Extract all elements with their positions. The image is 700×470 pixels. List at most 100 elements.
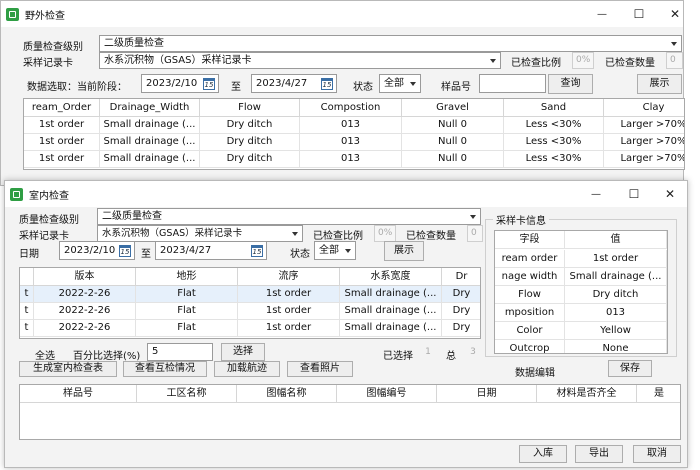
column-header[interactable]: 材料是否齐全 <box>537 385 637 402</box>
table-cell: Larger >70% <box>604 134 684 150</box>
table-cell: Flat <box>136 303 238 319</box>
card-info-key: Flow <box>495 286 565 303</box>
column-header[interactable]: Sand <box>504 99 604 116</box>
lab-check-table[interactable]: 样品号 工区名称 图幅名称 图幅编号 日期 材料是否齐全 是 <box>19 384 681 440</box>
column-header[interactable]: 工区名称 <box>137 385 237 402</box>
column-header[interactable]: 图幅名称 <box>237 385 337 402</box>
qc-level-select[interactable]: 二级质量检查 <box>99 35 682 52</box>
table-header: 版本 地形 流序 水系宽度 Dr <box>20 268 480 286</box>
table-row[interactable]: 1st order Small drainage (... Dry ditch … <box>24 134 684 151</box>
total-label: 总 <box>446 351 456 362</box>
column-header[interactable]: Drainage_Width <box>100 99 200 116</box>
column-header[interactable]: Gravel <box>402 99 504 116</box>
to-label: 至 <box>231 82 241 93</box>
select-all-link[interactable]: 全选 <box>35 347 55 362</box>
cancel-button[interactable]: 取消 <box>633 445 681 463</box>
table-cell: Small drainage (... <box>340 303 442 319</box>
table-row[interactable]: Flow Dry ditch <box>495 286 667 304</box>
card-info-title: 采样卡信息 <box>493 212 549 227</box>
minimize-icon[interactable]: — <box>584 1 620 27</box>
table-cell: 1st order <box>238 303 340 319</box>
range-label: 数据选取：当前阶段： <box>27 82 127 93</box>
status-select[interactable]: 全部 <box>379 74 421 93</box>
column-header[interactable]: 图幅编号 <box>337 385 437 402</box>
calendar-icon[interactable]: 15 <box>203 78 215 90</box>
column-header[interactable]: 水系宽度 <box>340 268 442 285</box>
load-track-button[interactable]: 加载航迹 <box>214 361 280 377</box>
mutual-check-button[interactable]: 查看互检情况 <box>123 361 207 377</box>
card-info-key: mposition <box>495 304 565 321</box>
sample-no-input[interactable] <box>479 74 546 93</box>
card-info-table[interactable]: 字段 值 ream order 1st order nage width Sma… <box>494 230 668 354</box>
ratio-field: 0% <box>572 52 594 69</box>
query-button[interactable]: 查询 <box>548 74 593 94</box>
table-row[interactable]: Outcrop None <box>495 340 667 353</box>
generate-lab-table-button[interactable]: 生成室内检查表 <box>19 361 117 377</box>
maximize-icon[interactable]: ☐ <box>621 1 657 27</box>
status-select[interactable]: 全部 <box>314 241 356 260</box>
table-row[interactable]: nage width Small drainage (... <box>495 268 667 286</box>
table-cell: Small drainage (... <box>340 286 442 302</box>
show-button[interactable]: 展示 <box>637 74 682 94</box>
table-row[interactable]: t 2022-2-26 Flat 1st order Small drainag… <box>20 320 480 337</box>
save-button[interactable]: 保存 <box>608 360 652 377</box>
lab-data-table[interactable]: 版本 地形 流序 水系宽度 Dr t 2022-2-26 Flat 1st or… <box>19 267 481 339</box>
calendar-icon[interactable]: 15 <box>321 78 333 90</box>
table-row[interactable]: ream order 1st order <box>495 250 667 268</box>
qc-level-select[interactable]: 二级质量检查 <box>97 208 481 225</box>
column-header[interactable] <box>20 268 34 285</box>
close-icon[interactable]: ✕ <box>652 181 688 207</box>
table-cell: 1st order <box>24 151 100 167</box>
date-to-picker[interactable]: 2023/4/27 15 <box>155 241 267 260</box>
minimize-icon[interactable]: — <box>578 181 614 207</box>
column-header[interactable]: ream_Order <box>24 99 100 116</box>
card-select[interactable]: 水系沉积物（GSAS）采样记录卡 <box>97 225 303 242</box>
card-select[interactable]: 水系沉积物（GSAS）采样记录卡 <box>99 52 501 69</box>
field-check-titlebar[interactable]: 野外检查 <box>1 1 683 27</box>
table-cell: 2022-2-26 <box>34 320 136 336</box>
table-row[interactable]: t 2022-2-26 Flat 1st order Small drainag… <box>20 286 480 303</box>
show-button[interactable]: 展示 <box>384 241 424 261</box>
field-data-table[interactable]: ream_Order Drainage_Width Flow Compostio… <box>23 98 685 170</box>
maximize-icon[interactable]: ☐ <box>616 181 652 207</box>
date-to-picker[interactable]: 2023/4/27 15 <box>251 74 337 93</box>
column-header[interactable]: 样品号 <box>20 385 137 402</box>
card-info-key: Color <box>495 322 565 339</box>
table-cell: 013 <box>300 151 402 167</box>
import-button[interactable]: 入库 <box>519 445 567 463</box>
card-value: 水系沉积物（GSAS）采样记录卡 <box>102 228 243 239</box>
table-cell: Less <30% <box>504 134 604 150</box>
column-header[interactable]: 是 <box>637 385 680 402</box>
table-row[interactable]: Color Yellow <box>495 322 667 340</box>
close-icon[interactable]: ✕ <box>657 1 693 27</box>
table-row[interactable]: mposition 013 <box>495 304 667 322</box>
column-header[interactable]: 版本 <box>34 268 136 285</box>
calendar-icon[interactable]: 15 <box>251 245 263 257</box>
table-row[interactable]: 1st order Small drainage (... Dry ditch … <box>24 151 684 168</box>
column-header[interactable]: 字段 <box>495 231 565 248</box>
date-from-picker[interactable]: 2023/2/10 15 <box>141 74 219 93</box>
table-row[interactable]: t 2022-2-26 Flat 1st order Small drainag… <box>20 303 480 320</box>
calendar-icon[interactable]: 15 <box>119 245 131 257</box>
column-header[interactable]: Dr <box>442 268 480 285</box>
table-cell: Null 0 <box>402 134 504 150</box>
table-row[interactable]: 1st order Small drainage (... Dry ditch … <box>24 117 684 134</box>
view-photo-button[interactable]: 查看照片 <box>287 361 353 377</box>
percent-input[interactable]: 5 <box>147 343 213 361</box>
choose-button[interactable]: 选择 <box>221 343 265 361</box>
column-header[interactable]: 地形 <box>136 268 238 285</box>
count-field: 0 <box>467 225 483 242</box>
count-label: 已检查数量 <box>605 58 655 69</box>
column-header[interactable]: Compostion <box>300 99 402 116</box>
table-cell: Dry ditch <box>200 151 300 167</box>
column-header[interactable]: 日期 <box>437 385 537 402</box>
column-header[interactable]: 流序 <box>238 268 340 285</box>
column-header[interactable]: Flow <box>200 99 300 116</box>
date-from-picker[interactable]: 2023/2/10 15 <box>59 241 135 260</box>
column-header[interactable]: Clay <box>604 99 684 116</box>
column-header[interactable]: 值 <box>565 231 667 248</box>
sample-no-label: 样品号 <box>441 82 471 93</box>
export-button[interactable]: 导出 <box>575 445 623 463</box>
card-info-value: Small drainage (... <box>565 268 667 285</box>
date-to-value: 2023/4/27 <box>160 245 212 256</box>
